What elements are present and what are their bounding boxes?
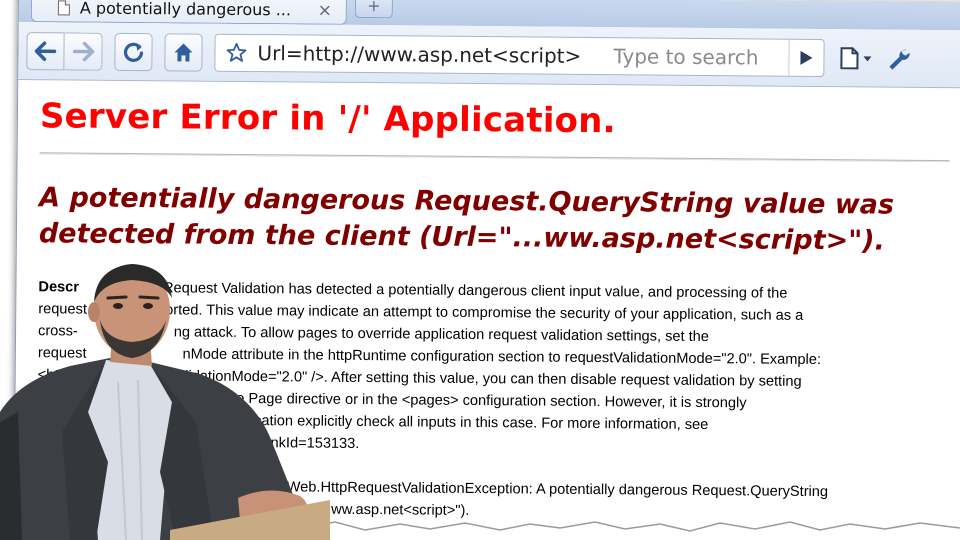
wrench-icon — [889, 49, 910, 70]
error-heading: A potentially dangerous Request.QueryStr… — [38, 182, 895, 257]
reload-icon — [123, 42, 144, 62]
forward-arrow-icon — [72, 41, 94, 61]
home-icon — [174, 42, 193, 61]
page-title: Server Error in '/' Application. — [39, 96, 616, 142]
forward-button[interactable] — [64, 31, 103, 71]
tab-active[interactable]: A potentially dangerous ... × — [30, 0, 347, 25]
presenter-photo — [0, 264, 330, 540]
exception-text: Web.HttpRequestValidationException: A po… — [286, 479, 829, 501]
back-arrow-icon — [34, 40, 57, 61]
divider — [39, 152, 950, 163]
wrench-button[interactable] — [886, 46, 910, 70]
go-button[interactable] — [788, 39, 824, 76]
reload-button[interactable] — [114, 32, 153, 71]
home-button[interactable] — [164, 32, 203, 72]
search-hint: Type to search — [613, 43, 759, 69]
play-icon — [800, 50, 813, 65]
page-menu-button[interactable] — [838, 46, 872, 70]
browser-toolbar: Url=http://www.asp.net<script> Type to s… — [18, 22, 960, 89]
page-menu-icon — [840, 46, 872, 69]
close-icon[interactable]: × — [318, 0, 332, 20]
address-bar[interactable]: Url=http://www.asp.net<script> Type to s… — [214, 33, 825, 77]
url-text[interactable]: Url=http://www.asp.net<script> — [257, 41, 581, 68]
screenshot-stage: A potentially dangerous ... × + Url=http… — [0, 0, 960, 540]
bookmark-star[interactable] — [225, 41, 247, 63]
tab-title: A potentially dangerous ... — [79, 0, 292, 20]
star-icon — [226, 42, 247, 62]
new-tab-button[interactable]: + — [354, 0, 393, 19]
page-icon — [57, 0, 70, 16]
back-button[interactable] — [26, 31, 65, 70]
